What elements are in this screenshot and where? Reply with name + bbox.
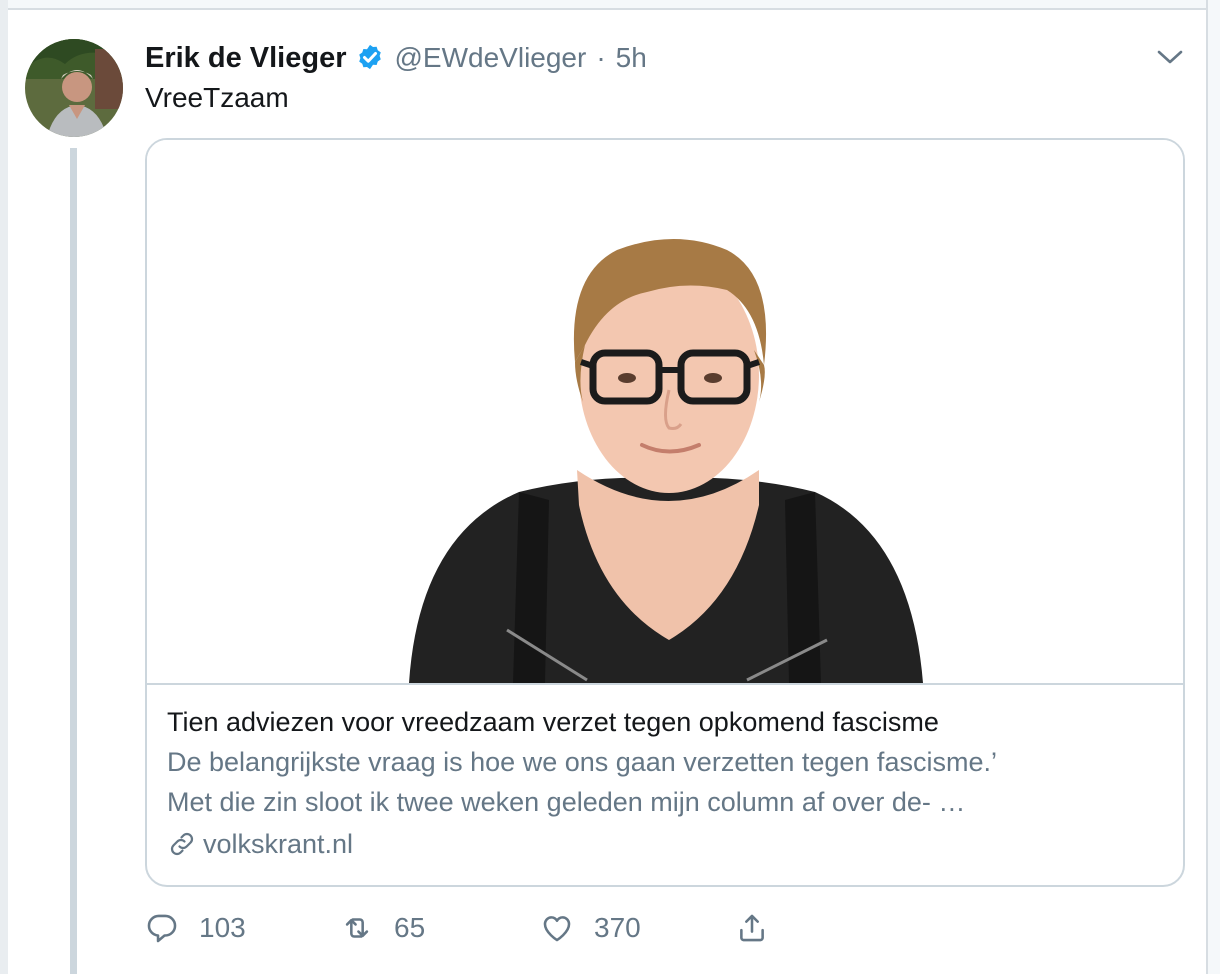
card-description: De belangrijkste vraag is hoe we ons gaa…	[167, 742, 1163, 822]
reply-icon	[147, 914, 177, 943]
thread-line	[70, 148, 77, 974]
like-count: 370	[594, 912, 641, 943]
window-right-border	[1206, 0, 1220, 974]
author-name[interactable]: Erik de Vlieger	[145, 42, 347, 75]
card-domain[interactable]: volkskrant.nl	[167, 824, 1163, 864]
verified-badge-icon	[355, 43, 385, 73]
card-body: Tien adviezen voor vreedzaam verzet tege…	[167, 702, 1163, 864]
card-domain-text: volkskrant.nl	[203, 829, 354, 859]
link-icon	[167, 829, 197, 859]
card-image	[147, 140, 1183, 685]
retweet-button[interactable]: 65	[340, 905, 425, 951]
like-button[interactable]: 370	[540, 905, 641, 951]
share-icon	[740, 914, 764, 942]
retweet-count: 65	[394, 912, 426, 943]
author-avatar[interactable]	[25, 39, 123, 137]
share-button[interactable]	[735, 905, 769, 951]
chevron-down-icon[interactable]	[1155, 45, 1185, 69]
window-left-border	[0, 0, 8, 974]
card-title[interactable]: Tien adviezen voor vreedzaam verzet tege…	[167, 702, 1163, 742]
retweet-icon	[345, 918, 369, 938]
window-top-border	[0, 0, 1220, 10]
tweet-actions: 103 65 370	[145, 905, 845, 951]
card-description-line: Met die zin sloot ik twee weken geleden …	[167, 787, 966, 817]
reply-button[interactable]: 103	[145, 905, 246, 951]
card-description-line: De belangrijkste vraag is hoe we ons gaa…	[167, 747, 997, 777]
link-card[interactable]: Tien adviezen voor vreedzaam verzet tege…	[145, 138, 1185, 887]
like-icon	[543, 916, 571, 942]
reply-count: 103	[199, 912, 246, 943]
tweet-header: Erik de Vlieger @EWdeVlieger · 5h	[145, 40, 647, 76]
header-separator: ·	[596, 42, 606, 73]
tweet-text: VreeTzaam	[145, 82, 289, 113]
author-handle[interactable]: @EWdeVlieger	[395, 42, 587, 74]
tweet-timestamp[interactable]: 5h	[616, 42, 647, 74]
